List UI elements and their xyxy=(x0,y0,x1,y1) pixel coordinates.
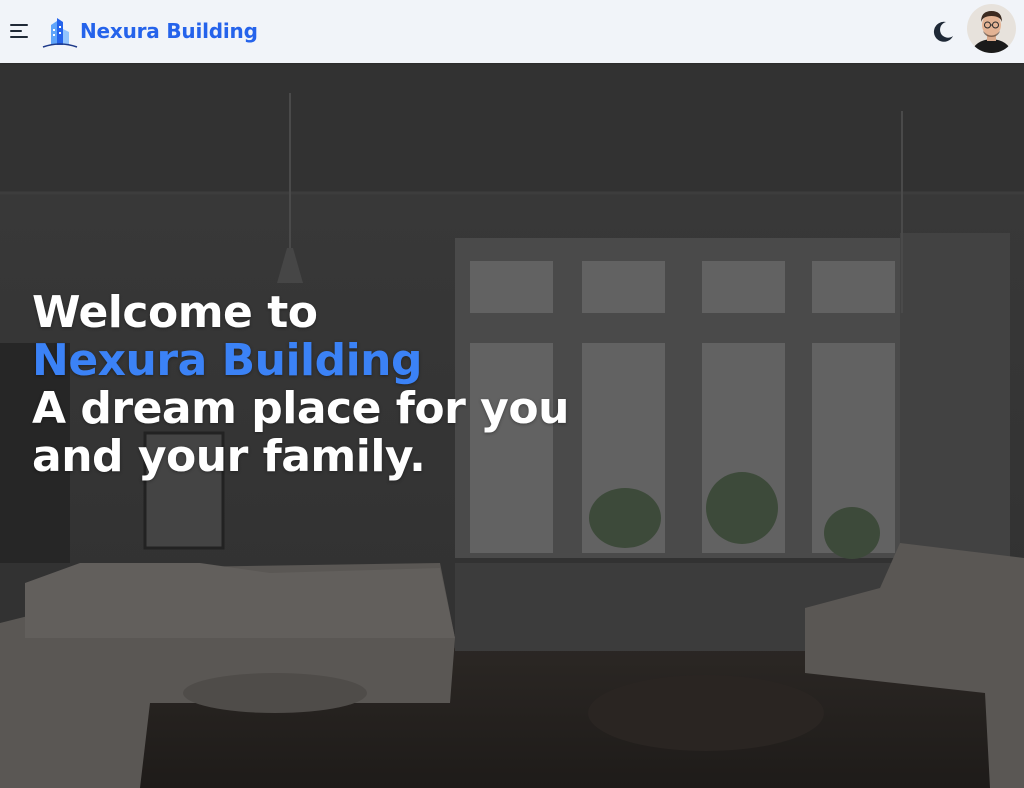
hero-heading: Welcome to Nexura Building A dream place… xyxy=(32,289,632,481)
navbar: Nexura Building xyxy=(0,0,1024,63)
hero-line-brand: Nexura Building xyxy=(32,335,423,386)
brand-name[interactable]: Nexura Building xyxy=(80,19,258,43)
hero-line-tagline: A dream place for you xyxy=(32,383,569,434)
hero-section: Welcome to Nexura Building A dream place… xyxy=(0,63,1024,788)
hero-line-welcome: Welcome to xyxy=(32,287,318,338)
user-avatar[interactable] xyxy=(967,4,1016,53)
menu-icon[interactable] xyxy=(8,20,30,42)
moon-icon[interactable] xyxy=(930,19,956,45)
hero-line-family: and your family. xyxy=(32,431,426,482)
building-logo-icon[interactable] xyxy=(42,15,78,49)
